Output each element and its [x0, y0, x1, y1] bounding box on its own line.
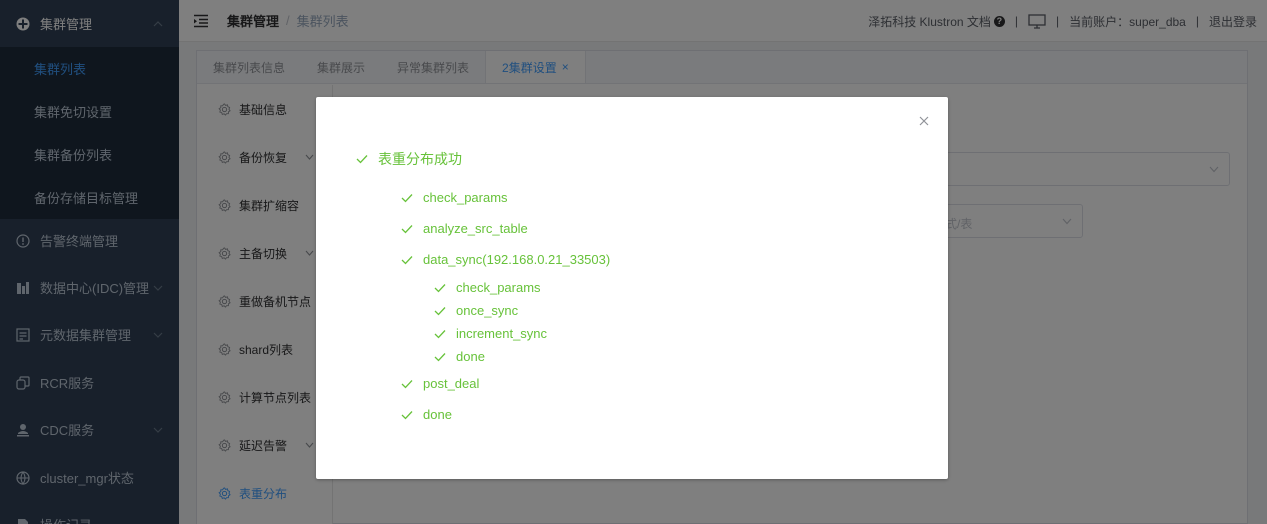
check-icon — [434, 283, 446, 292]
close-icon[interactable] — [918, 115, 930, 127]
check-icon — [401, 193, 413, 202]
step-label: increment_sync — [456, 326, 548, 341]
step-item: analyze_src_table — [401, 221, 528, 236]
step-label: check_params — [456, 280, 541, 295]
step-item: data_sync(192.168.0.21_33503) — [401, 252, 610, 267]
check-icon — [356, 155, 368, 164]
step-label: post_deal — [423, 376, 480, 391]
step-label: done — [423, 407, 452, 422]
check-icon — [434, 352, 446, 361]
check-icon — [401, 255, 413, 264]
step-label: once_sync — [456, 303, 519, 318]
step-label: check_params — [423, 190, 508, 205]
check-icon — [434, 306, 446, 315]
step-label: analyze_src_table — [423, 221, 528, 236]
step-label: data_sync(192.168.0.21_33503) — [423, 252, 611, 267]
check-icon — [434, 329, 446, 338]
check-icon — [401, 410, 413, 419]
step-item: increment_sync — [434, 326, 547, 341]
step-item: done — [401, 407, 452, 422]
step-item: post_deal — [401, 376, 479, 391]
step-item: check_params — [434, 280, 541, 295]
step-item: 表重分布成功 — [356, 149, 462, 169]
redistribution-result-dialog: 表重分布成功 check_params analyze_src_table da… — [316, 97, 948, 479]
step-item: once_sync — [434, 303, 518, 318]
check-icon — [401, 224, 413, 233]
step-label: done — [456, 349, 485, 364]
step-item: check_params — [401, 190, 508, 205]
step-label: 表重分布成功 — [378, 151, 462, 167]
step-item: done — [434, 349, 485, 364]
check-icon — [401, 379, 413, 388]
